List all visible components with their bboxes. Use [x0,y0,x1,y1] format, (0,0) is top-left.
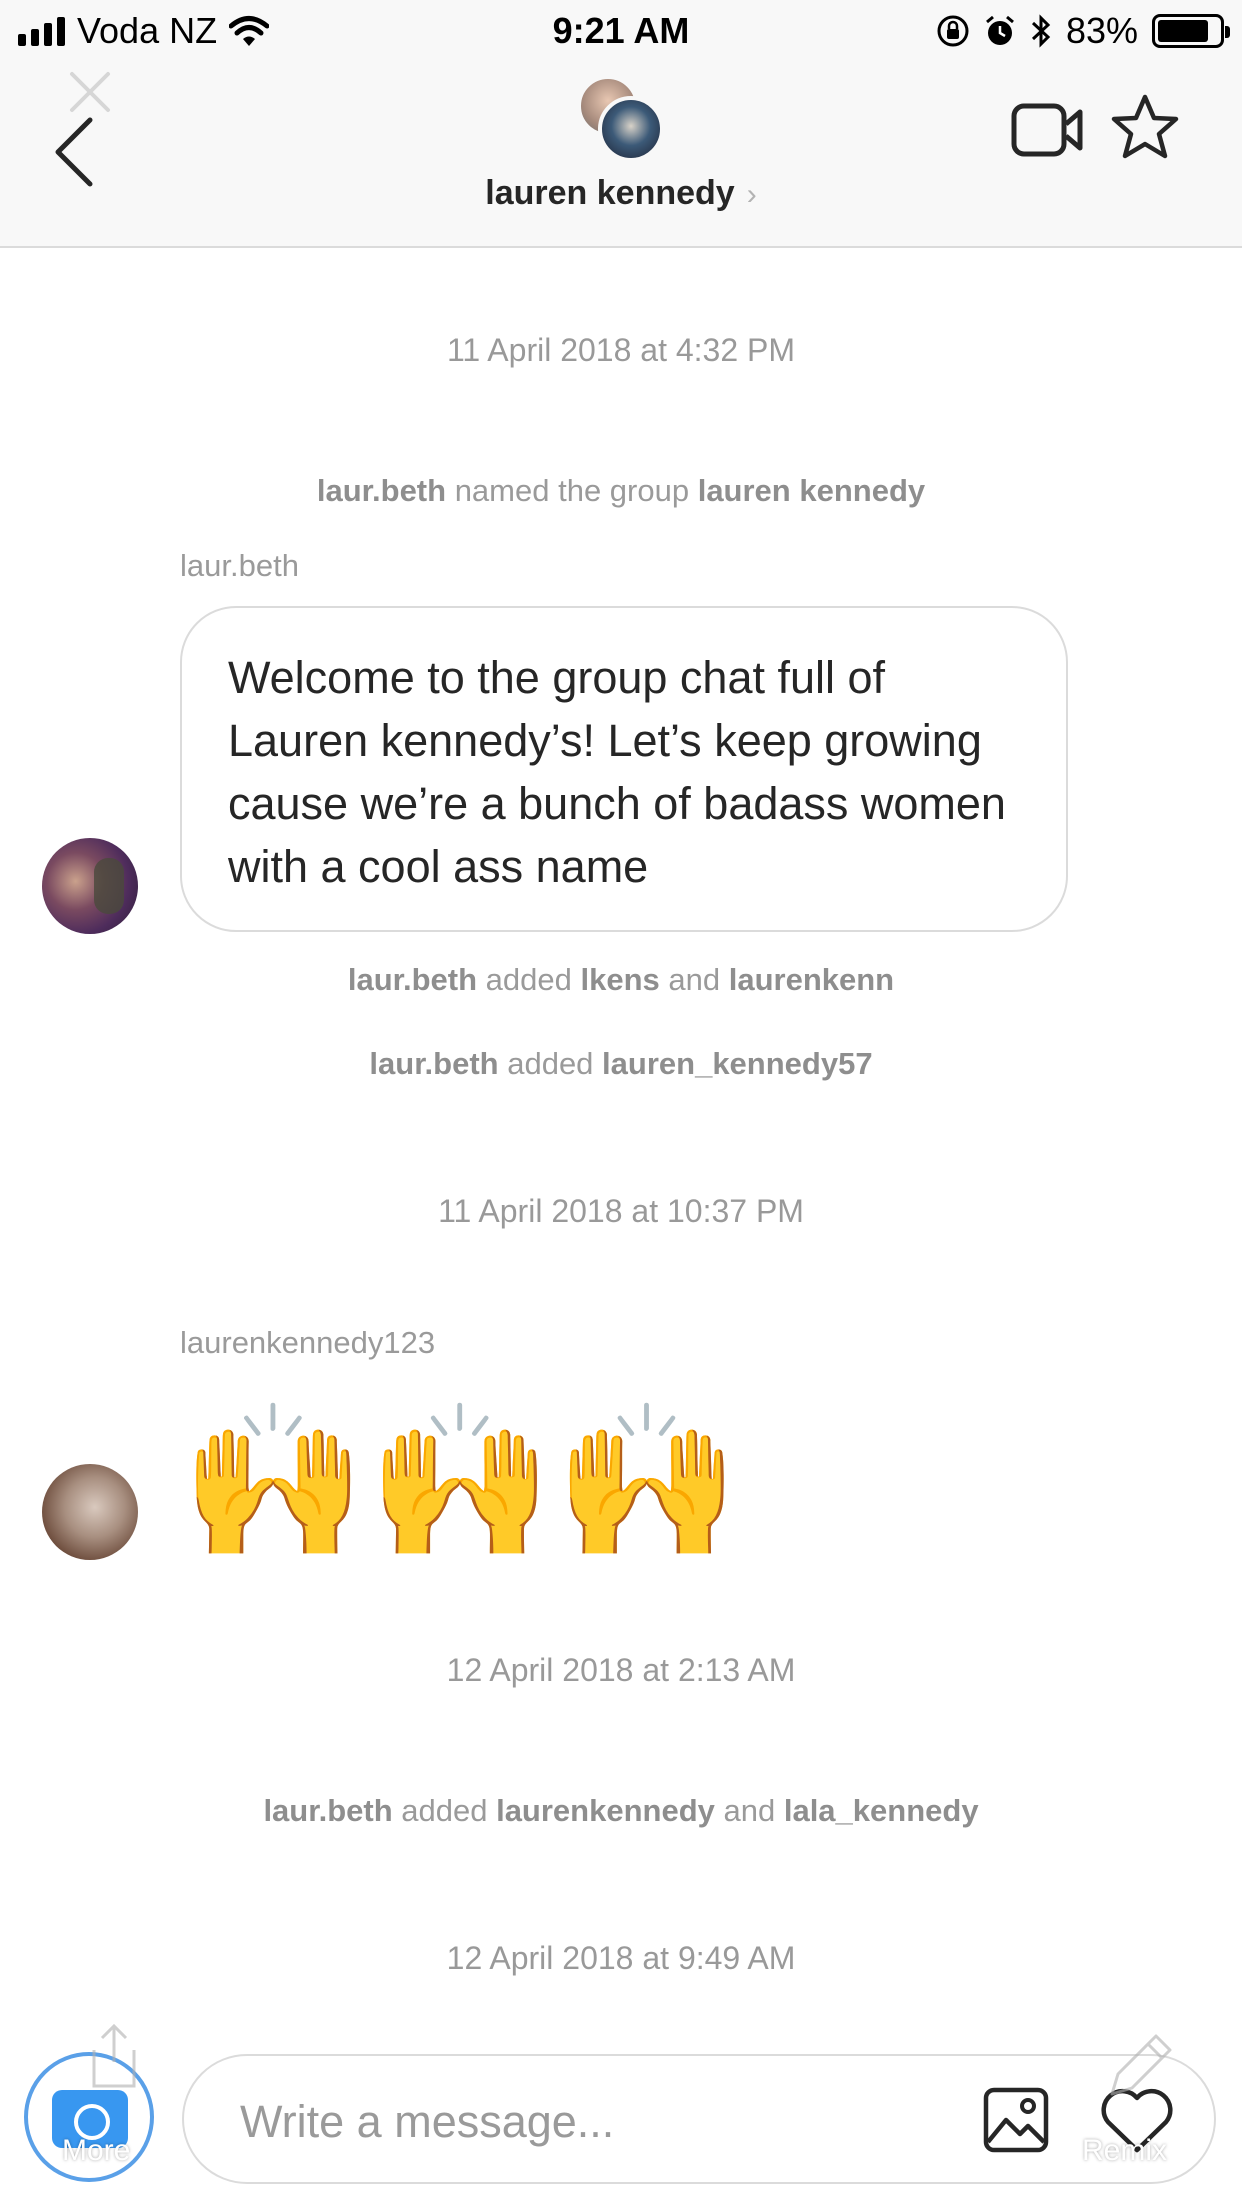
chevron-right-icon: › [746,178,757,211]
chat-header: lauren kennedy › [0,62,1242,248]
close-icon[interactable] [60,62,120,122]
sender-avatar[interactable] [42,1464,138,1560]
event-action: added [498,1046,603,1081]
timestamp: 11 April 2018 at 10:37 PM [438,1193,804,1229]
timestamp: 11 April 2018 at 4:32 PM [446,332,796,368]
edit-icon[interactable] [1098,2024,1182,2108]
system-message: laur.beth added lkens and laurenkenn [0,962,1242,998]
system-message: laur.beth added lauren_kennedy57 [0,1046,1242,1082]
gallery-icon[interactable] [982,2086,1050,2154]
event-actor[interactable]: laur.beth [317,473,446,508]
timestamp: 12 April 2018 at 2:13 AM [446,1652,796,1688]
event-target[interactable]: lala_kennedy [784,1793,979,1828]
timestamp: 12 April 2018 at 9:49 AM [446,1940,796,1976]
message-bubble[interactable]: Welcome to the group chat full of Lauren… [180,606,1068,932]
event-target[interactable]: lauren_kennedy57 [602,1046,873,1081]
star-icon[interactable] [1110,92,1180,162]
raising-hands-emoji: 🙌 [366,1395,554,1569]
event-actor[interactable]: laur.beth [263,1793,392,1828]
event-target[interactable]: lauren kennedy [698,473,925,508]
battery-icon [1152,14,1230,48]
system-message: laur.beth named the group lauren kennedy [0,473,1242,509]
message-input[interactable]: Write a message... [182,2054,1216,2184]
group-title[interactable]: lauren kennedy › [0,174,1242,213]
event-target[interactable]: lkens [581,962,660,997]
event-actor[interactable]: laur.beth [369,1046,498,1081]
share-icon[interactable] [86,2022,142,2092]
sender-name: laurenkennedy123 [180,1325,436,1360]
remix-label[interactable]: Remix [1082,2134,1167,2168]
bluetooth-icon [1031,14,1051,48]
status-bar: Voda NZ 9:21 AM 83% [0,0,1242,62]
message-placeholder: Write a message... [240,2096,615,2147]
more-label[interactable]: More [62,2134,130,2168]
emoji-message[interactable]: 🙌 🙌 🙌 [180,1402,740,1562]
battery-fill [1158,20,1208,42]
sender-name: laur.beth [180,548,299,583]
sender-avatar[interactable] [42,838,138,934]
rotation-lock-icon [937,15,969,47]
group-name[interactable]: lauren kennedy [485,174,734,212]
video-call-icon[interactable] [1010,98,1086,162]
member-avatar [598,96,664,162]
battery-percent: 83% [1065,10,1138,51]
alarm-icon [985,15,1014,45]
raising-hands-emoji: 🙌 [180,1395,367,1569]
event-conjunction: and [659,962,729,997]
event-conjunction: and [714,1793,784,1828]
event-action: added [477,962,581,997]
event-target[interactable]: laurenkenn [729,962,894,997]
system-message: laur.beth added laurenkennedy and lala_k… [0,1793,1242,1829]
event-action: added [392,1793,497,1828]
raising-hands-emoji: 🙌 [553,1395,741,1569]
event-action: named the group [446,473,698,508]
event-target[interactable]: laurenkennedy [496,1793,715,1828]
event-actor[interactable]: laur.beth [348,962,477,997]
group-avatar[interactable] [578,76,668,166]
status-right: 83% [936,10,1230,52]
